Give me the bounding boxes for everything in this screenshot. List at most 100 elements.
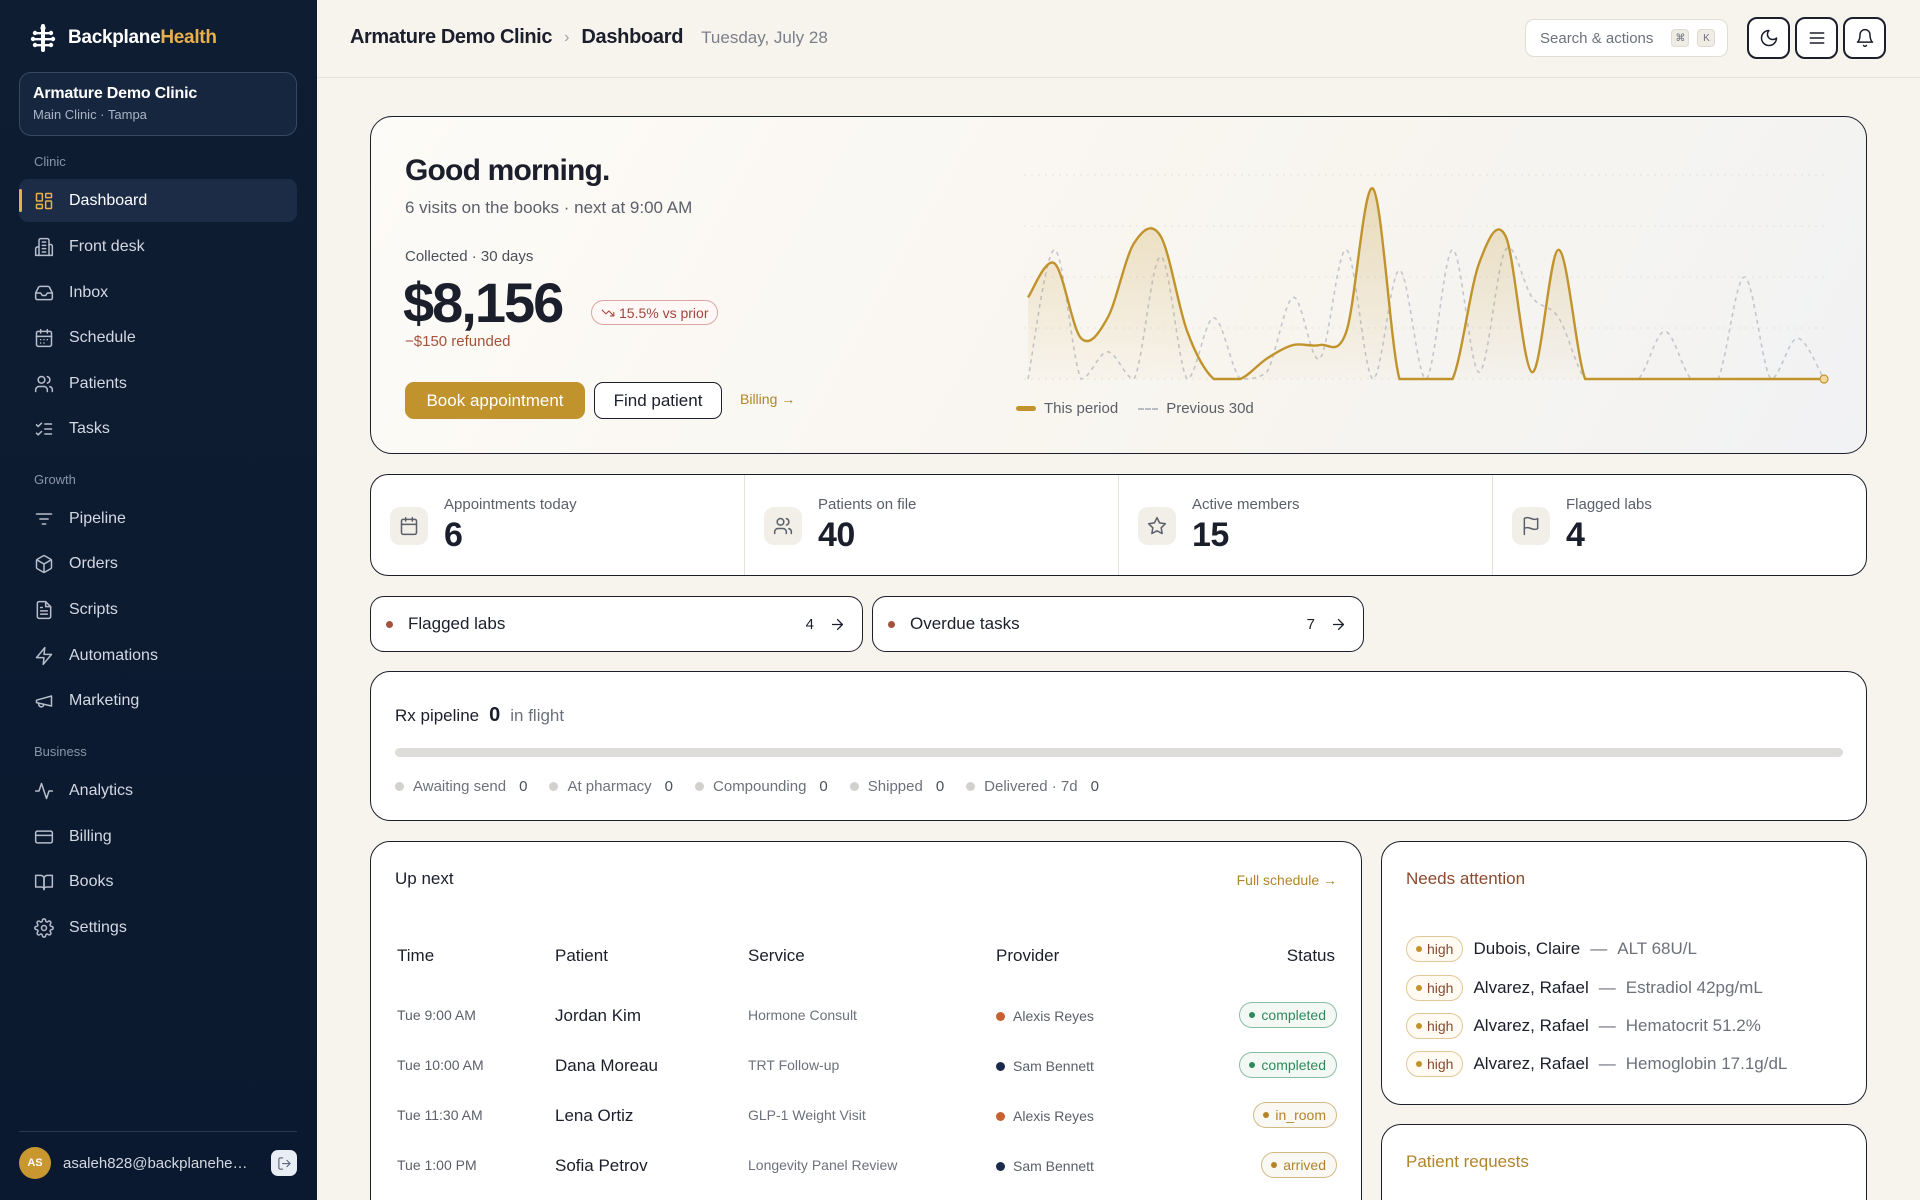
attention-item[interactable]: high Alvarez, Rafael — Estradiol 42pg/mL (1406, 974, 1763, 1002)
table-row[interactable]: Tue 10:00 AM Dana Moreau TRT Follow-up S… (371, 1044, 1363, 1094)
severity-dot (1416, 985, 1422, 991)
revenue-chart (1024, 174, 1829, 384)
find-patient-button[interactable]: Find patient (594, 382, 722, 419)
rx-stage-shipped[interactable]: Shipped 0 (849, 778, 944, 795)
table-row[interactable]: Tue 1:00 PM Sofia Petrov Longevity Panel… (371, 1144, 1363, 1194)
kpi-value: 6 (444, 516, 463, 554)
billing-link[interactable]: Billing → (740, 391, 795, 407)
sidebar-item-label: Billing (69, 827, 112, 845)
attention-separator: — (1590, 939, 1608, 958)
legend-label: This period (1044, 400, 1119, 417)
logout-icon (277, 1156, 291, 1170)
nav-section-business: Business (34, 744, 87, 759)
kpi-label: Active members (1192, 496, 1300, 513)
severity-text: high (1427, 1018, 1454, 1034)
row-patient[interactable]: Dana Moreau (555, 1056, 658, 1076)
stage-dot (966, 782, 976, 791)
legend-label: Previous 30d (1166, 400, 1254, 417)
users-icon (773, 517, 793, 535)
table-row[interactable]: Tue 11:30 AM Lena Ortiz GLP-1 Weight Vis… (371, 1094, 1363, 1144)
sidebar-item-tasks[interactable]: Tasks (19, 407, 297, 450)
avatar: AS (19, 1147, 51, 1179)
sidebar-item-orders[interactable]: Orders (19, 542, 297, 585)
trend-down-icon (601, 309, 615, 316)
row-service: GLP-1 Weight Visit (748, 1107, 866, 1123)
row-provider: Alexis Reyes (996, 1108, 1094, 1124)
sidebar-item-analytics[interactable]: Analytics (19, 769, 297, 812)
kpi-value: 15 (1192, 516, 1229, 554)
legend-swatch (1016, 406, 1036, 411)
rx-title-text: Rx pipeline (395, 706, 480, 725)
legend-previous[interactable]: Previous 30d (1138, 400, 1254, 417)
sidebar-item-settings[interactable]: Settings (19, 906, 297, 949)
rx-pipeline-card: Rx pipeline 0 in flight Awaiting send 0 A… (370, 671, 1867, 821)
rx-stage-delivered[interactable]: Delivered · 7d 0 (966, 778, 1099, 795)
sidebar-item-label: Orders (69, 554, 118, 572)
sidebar-item-front-desk[interactable]: Front desk (19, 225, 297, 268)
attention-item[interactable]: high Alvarez, Rafael — Hematocrit 51.2% (1406, 1012, 1761, 1040)
menu-button[interactable] (1795, 17, 1838, 59)
row-patient[interactable]: Lena Ortiz (555, 1106, 633, 1126)
rx-stage-awaiting-send[interactable]: Awaiting send 0 (395, 778, 527, 795)
breadcrumb: Armature Demo Clinic › Dashboard Tuesday… (350, 26, 828, 49)
notifications-button[interactable] (1843, 17, 1886, 59)
alert-overdue-tasks[interactable]: Overdue tasks 7 (872, 596, 1364, 652)
row-patient[interactable]: Sofia Petrov (555, 1156, 648, 1176)
sidebar-item-pipeline[interactable]: Pipeline (19, 497, 297, 540)
sidebar-item-label: Books (69, 872, 114, 890)
breadcrumb-clinic[interactable]: Armature Demo Clinic (350, 26, 552, 49)
book-appointment-button[interactable]: Book appointment (405, 382, 585, 419)
attention-detail: Hematocrit 51.2% (1625, 1016, 1761, 1035)
alert-flagged-labs[interactable]: Flagged labs 4 (370, 596, 863, 652)
kpi-appointments-today[interactable]: Appointments today 6 (371, 475, 745, 575)
sidebar-item-dashboard[interactable]: Dashboard (19, 179, 297, 222)
sidebar-item-automations[interactable]: Automations (19, 634, 297, 677)
stage-dot (849, 782, 859, 791)
sidebar-item-patients[interactable]: Patients (19, 362, 297, 405)
stage-count: 0 (819, 778, 828, 795)
search-input[interactable]: Search & actions ⌘ K (1525, 19, 1728, 57)
sidebar-item-label: Scripts (69, 600, 118, 618)
attention-item[interactable]: high Alvarez, Rafael — Hemoglobin 17.1g/dL (1406, 1050, 1787, 1078)
sidebar-item-billing[interactable]: Billing (19, 815, 297, 858)
sidebar: BackplaneHealth Armature Demo Clinic Mai… (0, 0, 317, 1200)
full-schedule-link[interactable]: Full schedule → (1237, 872, 1337, 888)
severity-badge: high (1406, 975, 1464, 1001)
command-key-icon: ⌘ (1671, 29, 1690, 47)
sidebar-item-scripts[interactable]: Scripts (19, 588, 297, 631)
rx-stage-compounding[interactable]: Compounding 0 (695, 778, 828, 795)
rx-count: 0 (489, 704, 501, 726)
attention-item[interactable]: high Dubois, Claire — ALT 68U/L (1406, 935, 1697, 963)
clinic-name: Armature Demo Clinic (33, 85, 198, 102)
rx-stage-at-pharmacy[interactable]: At pharmacy 0 (549, 778, 673, 795)
row-patient[interactable]: Jordan Kim (555, 1006, 641, 1026)
kpi-flagged-labs[interactable]: Flagged labs 4 (1493, 475, 1866, 575)
clinic-location: Main Clinic · Tampa (33, 107, 147, 122)
status-badge: completed (1239, 1052, 1337, 1078)
logout-button[interactable] (271, 1150, 297, 1176)
theme-toggle-button[interactable] (1747, 17, 1790, 59)
hero-subtitle: 6 visits on the books · next at 9:00 AM (405, 198, 693, 217)
checklist-icon (35, 421, 53, 436)
clinic-switcher[interactable]: Armature Demo Clinic Main Clinic · Tampa (19, 72, 297, 136)
sidebar-item-schedule[interactable]: Schedule (19, 316, 297, 359)
provider-dot (996, 1061, 1005, 1071)
sidebar-item-marketing[interactable]: Marketing (19, 679, 297, 722)
attention-separator: — (1598, 978, 1616, 997)
severity-dot (1416, 1023, 1422, 1029)
legend-this-period[interactable]: This period (1016, 400, 1118, 417)
row-provider: Sam Bennett (996, 1058, 1094, 1074)
calendar-icon (400, 516, 418, 536)
kpi-active-members[interactable]: Active members 15 (1119, 475, 1493, 575)
row-time: Tue 9:00 AM (397, 1007, 476, 1023)
table-row[interactable]: Tue 9:00 AM Jordan Kim Hormone Consult A… (371, 994, 1363, 1044)
sidebar-item-inbox[interactable]: Inbox (19, 271, 297, 314)
kpi-patients-on-file[interactable]: Patients on file 40 (745, 475, 1119, 575)
brand[interactable]: BackplaneHealth (30, 24, 217, 52)
column-header-time: Time (397, 946, 435, 965)
severity-badge: high (1406, 1013, 1464, 1039)
sidebar-item-label: Marketing (69, 691, 140, 709)
sidebar-item-books[interactable]: Books (19, 860, 297, 903)
bell-icon (1856, 28, 1873, 48)
user-menu[interactable]: AS asaleh828@backplanehealth.com (19, 1146, 297, 1180)
